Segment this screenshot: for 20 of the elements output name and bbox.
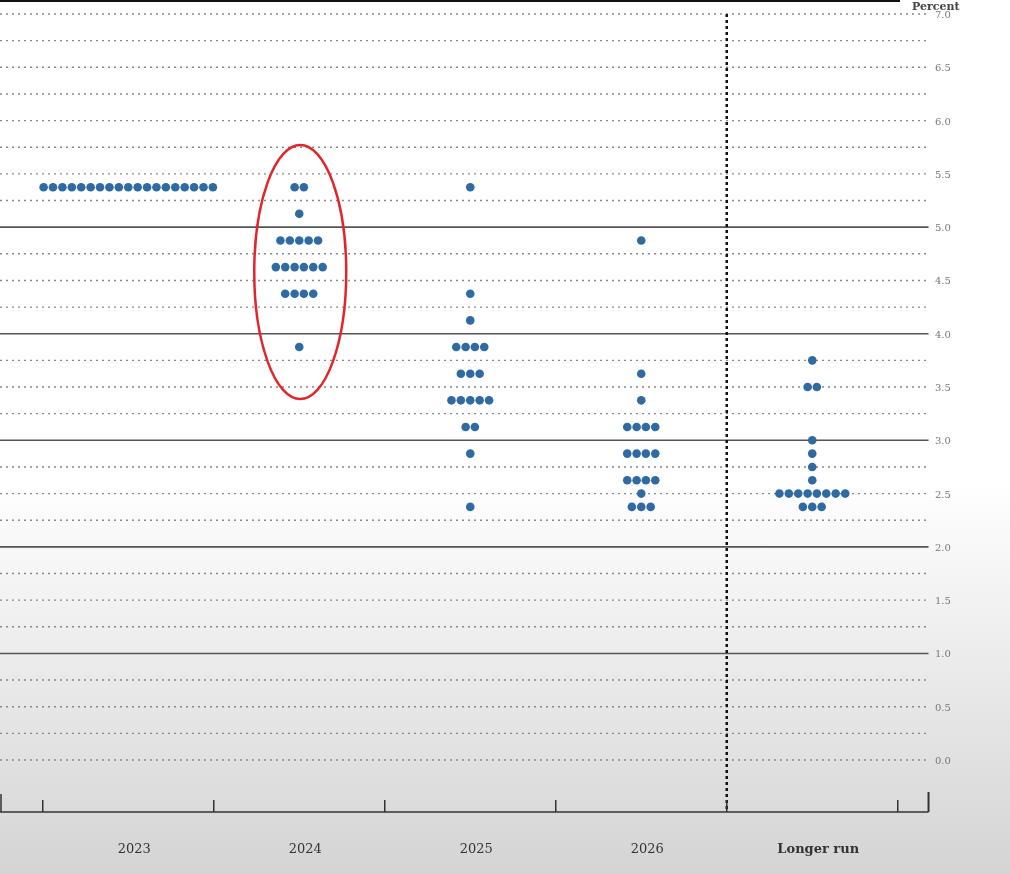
y-tick-label: 4.5 [935, 275, 951, 287]
y-tick-label: 1.0 [935, 648, 951, 660]
y-tick-label: 0.0 [935, 755, 951, 766]
y-tick-label: 6.5 [935, 62, 951, 74]
y-tick-label: 0.5 [935, 701, 951, 713]
x-category-label: 2023 [117, 841, 151, 856]
y-tick-label: 3.0 [935, 435, 951, 447]
y-tick-label: 5.0 [935, 222, 951, 234]
x-category-label: 2024 [288, 841, 322, 856]
y-tick-label: 4.0 [935, 328, 951, 340]
x-category-label: 2025 [459, 841, 493, 856]
x-category-label: 2026 [630, 841, 664, 856]
y-tick-label: 2.5 [935, 488, 951, 500]
y-tick-label: 2.0 [935, 541, 951, 553]
y-tick-label: 7.0 [935, 9, 951, 20]
y-tick-label: 1.5 [935, 595, 951, 607]
y-tick-label: 6.0 [935, 115, 951, 127]
x-category-label: Longer run [777, 841, 860, 856]
y-tick-label: 3.5 [935, 382, 951, 393]
y-tick-label: 5.5 [935, 168, 951, 180]
